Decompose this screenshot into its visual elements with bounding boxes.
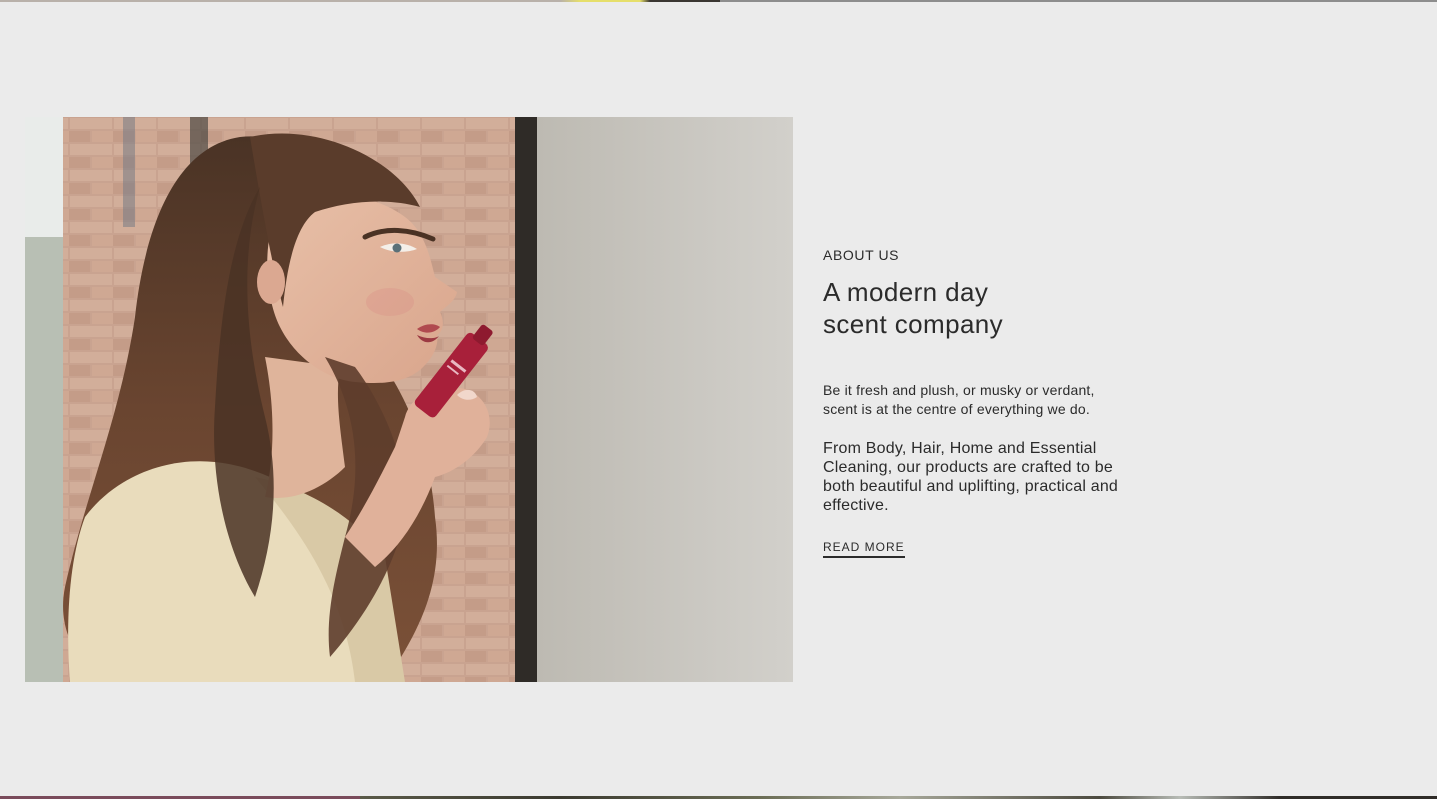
- about-photo: [25, 117, 793, 682]
- previous-section-edge: [0, 0, 1437, 2]
- lead-paragraph: Be it fresh and plush, or musky or verda…: [823, 382, 1095, 417]
- body-paragraph: From Body, Hair, Home and Essential Clea…: [823, 440, 1119, 514]
- section-eyebrow: ABOUT US: [823, 247, 900, 263]
- heading-line-2: scent company: [823, 309, 1004, 339]
- read-more-link[interactable]: READ MORE: [823, 540, 905, 558]
- section-heading: A modern day scent company: [823, 276, 1153, 340]
- heading-line-1: A modern day: [823, 277, 989, 307]
- about-section: ABOUT US A modern day scent company Be i…: [823, 246, 1153, 558]
